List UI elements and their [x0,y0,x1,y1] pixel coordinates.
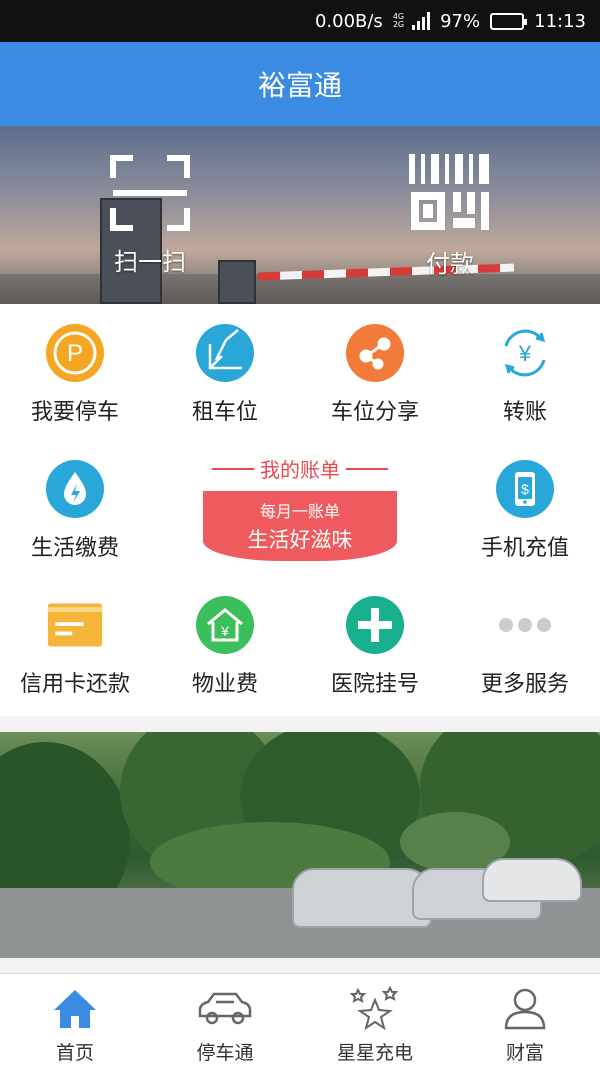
scan-icon [110,155,190,231]
app-header: 裕富通 [0,42,600,126]
page-title: 裕富通 [257,69,342,102]
bill-title: 我的账单 [260,458,340,482]
battery-icon [490,12,528,30]
transfer-icon: ¥ [496,324,554,382]
service-utility[interactable]: 生活缴费 [0,460,150,562]
service-rent-space[interactable]: 租车位 [150,324,300,426]
signal-icon [412,12,431,30]
service-more[interactable]: 更多服务 [450,596,600,698]
car-icon [198,992,252,1025]
service-space-share[interactable]: 车位分享 [300,324,450,426]
nav-home[interactable]: 首页 [0,974,150,1067]
svg-text:¥: ¥ [220,623,229,639]
hospital-icon [346,596,404,654]
user-icon [504,988,546,1030]
services-grid: P 我要停车 租车位 车位分享 ¥ 转账 生活缴费 我的账单 每月一账单 生活好… [0,304,600,716]
service-transfer[interactable]: ¥ 转账 [450,324,600,426]
network-speed: 0.00B/s [314,10,383,32]
phone-recharge-icon: $ [496,460,554,518]
scan-label: 扫一扫 [114,248,186,276]
svg-text:$: $ [521,481,529,497]
bill-line2: 生活好滋味 [247,528,353,552]
bill-line1: 每月一账单 [259,502,340,521]
stars-icon [350,986,399,1030]
credit-card-icon [46,596,104,654]
status-bar: 0.00B/s 4G 2G 97% 11:13 [0,0,600,42]
service-credit-card[interactable]: 信用卡还款 [0,596,150,698]
nav-star-charging[interactable]: 星星充电 [300,974,450,1067]
service-hospital[interactable]: 医院挂号 [300,596,450,698]
hero-banner: 扫一扫 付款 [0,126,600,304]
svg-text:¥: ¥ [518,341,532,366]
service-phone-recharge[interactable]: $ 手机充值 [450,460,600,562]
network-type-icon: 4G 2G [392,12,405,29]
parking-lot-banner-image[interactable] [0,732,600,958]
pay-label: 付款 [426,250,474,278]
nav-wealth[interactable]: 财富 [450,974,600,1067]
svg-text:P: P [67,340,83,367]
home-icon [54,990,96,1028]
share-icon [346,324,404,382]
pay-button[interactable]: 付款 [380,152,520,279]
utility-icon [46,460,104,518]
clock: 11:13 [534,10,586,32]
parking-icon: P [46,324,104,382]
payment-code-icon [409,154,489,230]
battery-percent: 97% [440,10,481,32]
service-property-fee[interactable]: ¥ 物业费 [150,596,300,698]
bottom-nav: 首页 停车通 星星充电 财富 [0,973,600,1067]
scan-button[interactable]: 扫一扫 [80,154,220,277]
service-parking[interactable]: P 我要停车 [0,324,150,426]
nav-parking[interactable]: 停车通 [150,974,300,1067]
rent-space-icon [196,324,254,382]
more-icon [496,596,554,654]
parking-kiosk-image [218,260,256,304]
bill-promo-banner[interactable]: 我的账单 每月一账单 生活好滋味 [200,454,400,569]
property-fee-icon: ¥ [196,596,254,654]
